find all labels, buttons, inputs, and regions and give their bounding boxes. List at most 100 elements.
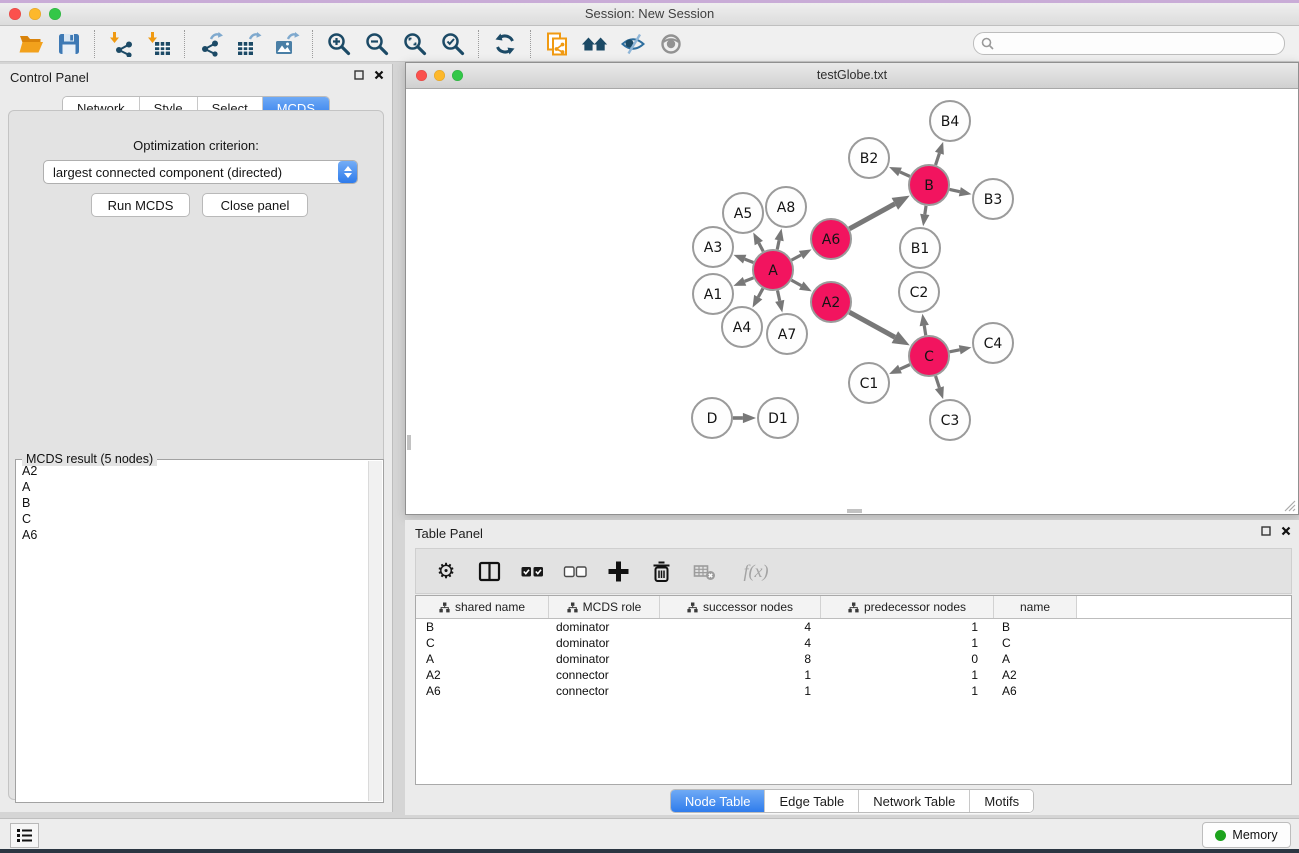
zoom-selected-button[interactable]: [439, 30, 467, 58]
graph-edge-A-A6[interactable]: [792, 255, 802, 260]
export-image-button[interactable]: [273, 30, 301, 58]
table-row[interactable]: A2connector11A2: [416, 667, 1291, 683]
mcds-result-list[interactable]: A2ABCA6: [17, 463, 369, 801]
table-cell[interactable]: B: [994, 620, 1077, 634]
run-mcds-button[interactable]: Run MCDS: [91, 193, 190, 217]
horizontal-scroll-indicator[interactable]: [847, 509, 862, 513]
resize-grip-icon[interactable]: [1282, 498, 1296, 512]
search-input[interactable]: [998, 36, 1277, 52]
table-cell[interactable]: 4: [660, 636, 821, 650]
graph-edge-A-A1[interactable]: [745, 278, 754, 282]
table-cell[interactable]: B: [416, 620, 549, 634]
table-row[interactable]: A6connector11A6: [416, 683, 1291, 699]
graph-edge-A-A7[interactable]: [777, 291, 779, 301]
column-header-predecessor-nodes[interactable]: predecessor nodes: [821, 596, 994, 618]
delete-columns-button[interactable]: [648, 558, 674, 584]
float-panel-icon[interactable]: [354, 70, 364, 80]
network-graph[interactable]: B4B2BB3A8A5A6B1A3AA1C2A2A4A7C4CC1C3DD1: [407, 89, 1297, 513]
graph-edge-A6-B[interactable]: [849, 204, 894, 229]
mcds-list-scrollbar[interactable]: [368, 461, 382, 801]
import-network-button[interactable]: [107, 30, 135, 58]
table-cell[interactable]: 1: [821, 636, 994, 650]
table-cell[interactable]: 1: [821, 684, 994, 698]
memory-button[interactable]: Memory: [1202, 822, 1291, 848]
graph-edge-B-B4[interactable]: [936, 153, 940, 165]
table-cell[interactable]: C: [994, 636, 1077, 650]
network-window-titlebar[interactable]: testGlobe.txt: [406, 63, 1298, 89]
graph-edge-A-A4[interactable]: [758, 288, 763, 297]
table-cell[interactable]: 1: [821, 668, 994, 682]
show-all-button[interactable]: [657, 30, 685, 58]
table-cell[interactable]: connector: [549, 684, 660, 698]
graph-edge-C-C1[interactable]: [900, 365, 910, 369]
criterion-select[interactable]: largest connected component (directed): [43, 160, 358, 184]
mcds-result-item[interactable]: A6: [17, 527, 369, 543]
task-history-button[interactable]: [10, 823, 39, 848]
table-mode-button[interactable]: [476, 558, 502, 584]
table-row[interactable]: Cdominator41C: [416, 635, 1291, 651]
tab-motifs[interactable]: Motifs: [970, 790, 1033, 812]
column-header-name[interactable]: name: [994, 596, 1077, 618]
export-network-button[interactable]: [197, 30, 225, 58]
column-header-shared-name[interactable]: shared name: [416, 596, 549, 618]
create-column-button[interactable]: [605, 558, 631, 584]
graph-edge-B-B2[interactable]: [900, 172, 910, 176]
mcds-result-item[interactable]: B: [17, 495, 369, 511]
graph-edge-B-B3[interactable]: [950, 189, 960, 191]
table-cell[interactable]: A6: [416, 684, 549, 698]
network-canvas[interactable]: B4B2BB3A8A5A6B1A3AA1C2A2A4A7C4CC1C3DD1: [407, 89, 1297, 513]
mcds-result-item[interactable]: A2: [17, 463, 369, 479]
graph-edge-C-C3[interactable]: [936, 376, 940, 388]
clone-network-button[interactable]: [543, 30, 571, 58]
open-session-button[interactable]: [17, 30, 45, 58]
column-header-mcds-role[interactable]: MCDS role: [549, 596, 660, 618]
graph-edge-A-A2[interactable]: [791, 280, 801, 285]
table-cell[interactable]: dominator: [549, 636, 660, 650]
apply-layout-button[interactable]: [491, 30, 519, 58]
tab-node-table[interactable]: Node Table: [671, 790, 766, 812]
function-builder-button[interactable]: f(x): [734, 558, 778, 584]
graph-edge-C-C2[interactable]: [924, 326, 926, 336]
tab-edge-table[interactable]: Edge Table: [765, 790, 859, 812]
search-field[interactable]: [973, 32, 1285, 55]
zoom-out-button[interactable]: [363, 30, 391, 58]
table-cell[interactable]: A6: [994, 684, 1077, 698]
close-panel-button[interactable]: Close panel: [202, 193, 308, 217]
graph-edge-A-A5[interactable]: [759, 243, 763, 251]
table-row[interactable]: Bdominator41B: [416, 619, 1291, 635]
graph-edge-A2-C[interactable]: [849, 312, 894, 337]
table-cell[interactable]: dominator: [549, 620, 660, 634]
tab-network-table[interactable]: Network Table: [859, 790, 970, 812]
table-cell[interactable]: 1: [660, 668, 821, 682]
table-cell[interactable]: 0: [821, 652, 994, 666]
float-panel-icon[interactable]: [1261, 526, 1271, 536]
mcds-result-item[interactable]: A: [17, 479, 369, 495]
table-row[interactable]: Adominator80A: [416, 651, 1291, 667]
import-table-button[interactable]: [145, 30, 173, 58]
table-cell[interactable]: A: [416, 652, 549, 666]
table-cell[interactable]: connector: [549, 668, 660, 682]
table-cell[interactable]: dominator: [549, 652, 660, 666]
close-panel-icon[interactable]: [374, 70, 384, 80]
save-session-button[interactable]: [55, 30, 83, 58]
table-cell[interactable]: 4: [660, 620, 821, 634]
graph-edge-A-A3[interactable]: [745, 259, 754, 262]
delete-table-button[interactable]: [691, 558, 717, 584]
table-options-button[interactable]: ⚙: [433, 558, 459, 584]
zoom-in-button[interactable]: [325, 30, 353, 58]
deselect-all-button[interactable]: [562, 558, 588, 584]
graph-edge-C-C4[interactable]: [950, 350, 960, 352]
zoom-fit-button[interactable]: [401, 30, 429, 58]
close-panel-icon[interactable]: [1281, 526, 1291, 536]
mcds-result-item[interactable]: C: [17, 511, 369, 527]
column-header-successor-nodes[interactable]: successor nodes: [660, 596, 821, 618]
table-cell[interactable]: 8: [660, 652, 821, 666]
select-all-button[interactable]: [519, 558, 545, 584]
table-cell[interactable]: A2: [994, 668, 1077, 682]
table-cell[interactable]: A2: [416, 668, 549, 682]
hide-selected-button[interactable]: [619, 30, 647, 58]
graph-edge-B-B1[interactable]: [925, 206, 926, 215]
table-cell[interactable]: A: [994, 652, 1077, 666]
table-cell[interactable]: 1: [660, 684, 821, 698]
table-cell[interactable]: 1: [821, 620, 994, 634]
